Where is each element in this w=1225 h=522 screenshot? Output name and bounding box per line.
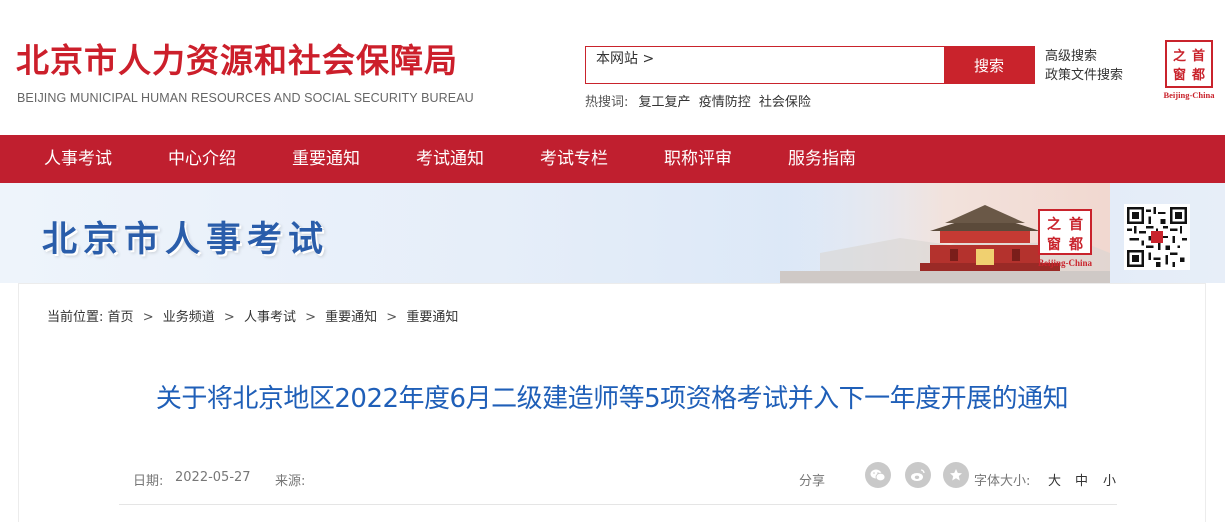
seal-char: 窗 <box>1172 68 1186 83</box>
hot-term[interactable]: 社会保险 <box>759 95 811 110</box>
site-header: 北京市人力资源和社会保障局 BEIJING MUNICIPAL HUMAN RE… <box>0 0 1225 135</box>
breadcrumb: 当前位置: 首页 > 业务频道 > 人事考试 > 重要通知 > 重要通知 <box>47 306 458 325</box>
site-subtitle: BEIJING MUNICIPAL HUMAN RESOURCES AND SO… <box>17 91 474 105</box>
hot-search-label: 热搜词: <box>585 95 629 110</box>
font-size-large[interactable]: 大 <box>1048 470 1061 489</box>
date-label: 日期: <box>133 474 164 489</box>
font-size-small[interactable]: 小 <box>1103 470 1116 489</box>
meta-divider <box>119 504 1117 505</box>
nav-item-exam-notices[interactable]: 考试通知 <box>388 135 512 183</box>
nav-item-exam[interactable]: 人事考试 <box>16 135 140 183</box>
advanced-search-link[interactable]: 高级搜索 <box>1045 47 1123 66</box>
font-size-medium[interactable]: 中 <box>1075 470 1088 489</box>
seal-char: 都 <box>1191 68 1205 83</box>
nav-item-center[interactable]: 中心介绍 <box>140 135 264 183</box>
seal-char: 首 <box>1069 217 1083 233</box>
breadcrumb-separator: > <box>223 310 235 325</box>
hot-term[interactable]: 复工复产 <box>639 95 691 110</box>
seal-char: 之 <box>1172 49 1186 64</box>
article-meta: 日期: 2022-05-27 来源: 分享 字体大小: 大 中 小 <box>119 462 1117 496</box>
favorite-icon[interactable] <box>943 462 969 488</box>
font-size-label: 字体大小: <box>974 474 1031 489</box>
wechat-icon[interactable] <box>865 462 891 488</box>
seal-caption: Beijing-China <box>1037 258 1092 268</box>
nav-item-service-guide[interactable]: 服务指南 <box>760 135 884 183</box>
site-title[interactable]: 北京市人力资源和社会保障局 <box>16 44 458 77</box>
breadcrumb-separator: > <box>305 310 316 325</box>
publish-date: 2022-05-27 <box>175 470 251 485</box>
search-links: 高级搜索 政策文件搜索 <box>1045 47 1123 85</box>
section-banner: 北京市人事考试 之 首 窗 都 Beijing-China <box>0 183 1225 283</box>
breadcrumb-separator: > <box>142 310 154 325</box>
breadcrumb-separator: > <box>386 310 398 325</box>
weibo-icon[interactable] <box>905 462 931 488</box>
banner-capital-window-logo: 之 首 窗 都 Beijing-China <box>1038 209 1092 268</box>
article-panel: 当前位置: 首页 > 业务频道 > 人事考试 > 重要通知 > 重要通知 关于将… <box>18 283 1206 522</box>
seal-char: 首 <box>1191 49 1205 64</box>
search-button[interactable]: 搜索 <box>944 47 1034 83</box>
share-label: 分享 <box>799 474 826 489</box>
breadcrumb-item-exam[interactable]: 人事考试 <box>244 310 296 325</box>
article-title: 关于将北京地区2022年度6月二级建造师等5项资格考试并入下一年度开展的通知 <box>155 384 1069 414</box>
breadcrumb-label: 当前位置: <box>47 310 104 325</box>
search-box: 搜索 <box>585 46 1035 84</box>
breadcrumb-item-channel[interactable]: 业务频道 <box>163 310 215 325</box>
seal-char: 窗 <box>1047 237 1061 253</box>
hot-search-terms: 热搜词: 复工复产 疫情防控 社会保险 <box>585 91 815 110</box>
nav-item-title-review[interactable]: 职称评审 <box>636 135 760 183</box>
seal-char: 都 <box>1069 237 1083 253</box>
seal-caption: Beijing-China <box>1163 90 1215 100</box>
capital-window-logo[interactable]: 之 首 窗 都 Beijing-China <box>1163 40 1215 100</box>
breadcrumb-item-home[interactable]: 首页 <box>108 310 134 325</box>
breadcrumb-item-current[interactable]: 重要通知 <box>406 310 458 325</box>
source-label: 来源: <box>275 474 306 489</box>
nav-item-exam-column[interactable]: 考试专栏 <box>512 135 636 183</box>
breadcrumb-item-notices[interactable]: 重要通知 <box>325 310 377 325</box>
nav-item-notices[interactable]: 重要通知 <box>264 135 388 183</box>
policy-search-link[interactable]: 政策文件搜索 <box>1045 66 1123 85</box>
seal-char: 之 <box>1047 217 1061 233</box>
hot-term[interactable]: 疫情防控 <box>699 95 751 110</box>
qr-code-icon <box>1124 204 1190 270</box>
search-input[interactable] <box>586 47 944 83</box>
main-nav: 人事考试 中心介绍 重要通知 考试通知 考试专栏 职称评审 服务指南 <box>0 135 1225 183</box>
banner-title: 北京市人事考试 <box>42 220 330 260</box>
